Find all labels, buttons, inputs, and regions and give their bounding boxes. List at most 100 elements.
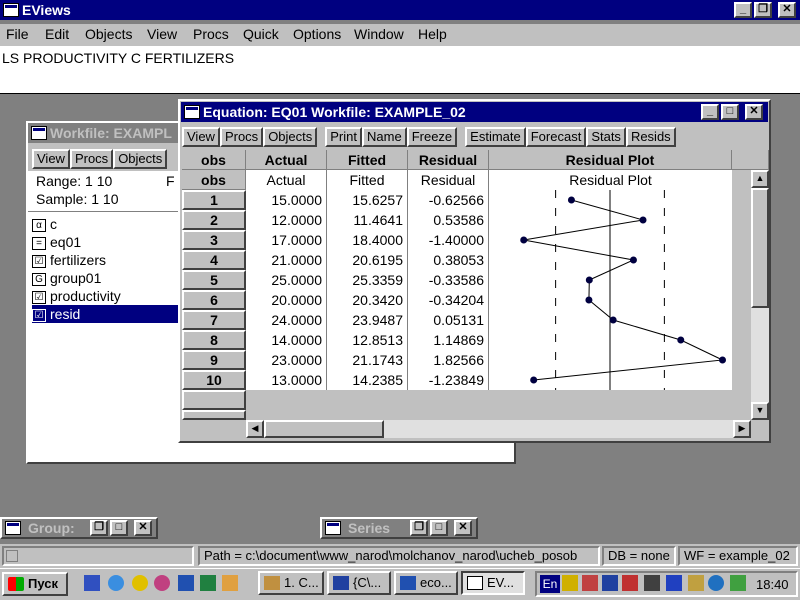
scroll-left-arrow-icon[interactable]: ◀	[246, 420, 264, 438]
table-cell-actual[interactable]: 25.0000	[246, 270, 327, 290]
table-cell-fitted[interactable]: 20.3420	[327, 290, 408, 310]
equation-minimize-button[interactable]: _	[701, 104, 719, 120]
row-header[interactable]: 4	[182, 250, 246, 270]
menu-help[interactable]: Help	[418, 24, 447, 44]
table-cell-residual[interactable]: 0.38053	[408, 250, 489, 270]
eq-view-button[interactable]: View	[182, 127, 220, 147]
close-button[interactable]: ✕	[134, 520, 152, 536]
table-cell-residual[interactable]: -0.34204	[408, 290, 489, 310]
horizontal-scroll-thumb[interactable]	[264, 420, 384, 438]
network-icon[interactable]	[730, 575, 746, 591]
eq-stats-button[interactable]: Stats	[586, 127, 626, 147]
menu-file[interactable]: File	[6, 24, 29, 44]
internet-explorer-icon[interactable]	[108, 575, 124, 591]
restore-button[interactable]: ❐	[90, 520, 108, 536]
eq-estimate-button[interactable]: Estimate	[465, 127, 526, 147]
workfile-object-fertilizers[interactable]: ☑ fertilizers	[32, 251, 180, 269]
table-cell-actual[interactable]: 17.0000	[246, 230, 327, 250]
minimized-series-window[interactable]: Series ❐ □ ✕	[320, 517, 478, 539]
menu-quick[interactable]: Quick	[243, 24, 279, 44]
workfile-view-button[interactable]: View	[32, 149, 70, 169]
vertical-scroll-thumb[interactable]	[751, 188, 769, 308]
close-button[interactable]: ✕	[778, 2, 796, 18]
workfile-procs-button[interactable]: Procs	[69, 149, 114, 169]
menu-window[interactable]: Window	[354, 24, 404, 44]
media-icon[interactable]	[154, 575, 170, 591]
row-header[interactable]: 7	[182, 310, 246, 330]
eq-name-button[interactable]: Name	[362, 127, 407, 147]
subheader-residual[interactable]: Residual	[408, 170, 489, 190]
task-button-1[interactable]: 1. C...	[258, 571, 324, 595]
restore-button[interactable]: ❐	[410, 520, 428, 536]
table-cell-fitted[interactable]: 14.2385	[327, 370, 408, 390]
equation-maximize-button[interactable]: □	[721, 104, 739, 120]
table-cell-actual[interactable]: 15.0000	[246, 190, 327, 210]
abc-icon[interactable]	[582, 575, 598, 591]
volume-icon[interactable]	[562, 575, 578, 591]
eq-procs-button[interactable]: Procs	[219, 127, 264, 147]
table-cell-residual[interactable]: 0.53586	[408, 210, 489, 230]
resize-grip-icon[interactable]	[751, 420, 769, 438]
minimized-group-window[interactable]: Group: ❐ □ ✕	[0, 517, 158, 539]
menu-edit[interactable]: Edit	[45, 24, 69, 44]
col-header-obs[interactable]: obs	[182, 150, 246, 170]
menu-options[interactable]: Options	[293, 24, 341, 44]
excel-icon[interactable]	[200, 575, 216, 591]
row-header[interactable]: 9	[182, 350, 246, 370]
row-header[interactable]: 6	[182, 290, 246, 310]
workfile-object-productivity[interactable]: ☑ productivity	[32, 287, 180, 305]
row-header[interactable]: 5	[182, 270, 246, 290]
n-icon[interactable]	[666, 575, 682, 591]
table-cell-residual[interactable]: 1.14869	[408, 330, 489, 350]
workfile-objects-button[interactable]: Objects	[113, 149, 168, 169]
table-cell-fitted[interactable]: 15.6257	[327, 190, 408, 210]
task-button-2[interactable]: {C\...	[327, 571, 391, 595]
music-icon[interactable]	[644, 575, 660, 591]
monitor-icon[interactable]	[602, 575, 618, 591]
pencil-icon[interactable]	[222, 575, 238, 591]
eq-objects-button[interactable]: Objects	[263, 127, 318, 147]
smiley-icon[interactable]	[132, 575, 148, 591]
row-header[interactable]: 3	[182, 230, 246, 250]
table-cell-residual[interactable]: 1.82566	[408, 350, 489, 370]
menu-objects[interactable]: Objects	[85, 24, 132, 44]
table-cell-fitted[interactable]: 12.8513	[327, 330, 408, 350]
table-cell-actual[interactable]: 20.0000	[246, 290, 327, 310]
maximize-button[interactable]: □	[110, 520, 128, 536]
table-cell-fitted[interactable]: 25.3359	[327, 270, 408, 290]
subheader-residual-plot[interactable]: Residual Plot	[489, 170, 732, 190]
row-header[interactable]: 10	[182, 370, 246, 390]
horizontal-scrollbar[interactable]: ◀ ▶	[246, 420, 751, 438]
word-icon[interactable]	[178, 575, 194, 591]
tray-icon[interactable]	[688, 575, 704, 591]
table-cell-actual[interactable]: 21.0000	[246, 250, 327, 270]
table-cell-residual[interactable]: -0.62566	[408, 190, 489, 210]
menu-view[interactable]: View	[147, 24, 177, 44]
close-button[interactable]: ✕	[454, 520, 472, 536]
workfile-object-resid[interactable]: ☑ resid	[32, 305, 180, 323]
col-header-actual[interactable]: Actual	[246, 150, 327, 170]
table-cell-fitted[interactable]: 11.4641	[327, 210, 408, 230]
eq-print-button[interactable]: Print	[325, 127, 362, 147]
task-button-3[interactable]: eco...	[394, 571, 458, 595]
scroll-right-arrow-icon[interactable]: ▶	[733, 420, 751, 438]
task-button-eviews[interactable]: EV...	[461, 571, 525, 595]
eq-freeze-button[interactable]: Freeze	[406, 127, 458, 147]
table-cell-fitted[interactable]: 21.1743	[327, 350, 408, 370]
table-cell-actual[interactable]: 14.0000	[246, 330, 327, 350]
table-cell-fitted[interactable]: 20.6195	[327, 250, 408, 270]
maximize-button[interactable]: □	[430, 520, 448, 536]
table-cell-actual[interactable]: 13.0000	[246, 370, 327, 390]
eq-forecast-button[interactable]: Forecast	[525, 127, 587, 147]
subheader-fitted[interactable]: Fitted	[327, 170, 408, 190]
show-desktop-icon[interactable]	[84, 575, 100, 591]
workfile-object-eq01[interactable]: = eq01	[32, 233, 180, 251]
row-header[interactable]: 2	[182, 210, 246, 230]
scroll-up-arrow-icon[interactable]: ▲	[751, 170, 769, 188]
table-cell-actual[interactable]: 24.0000	[246, 310, 327, 330]
workfile-object-group01[interactable]: Ggroup01	[32, 269, 180, 287]
checkbox-icon[interactable]	[622, 575, 638, 591]
table-cell-fitted[interactable]: 18.4000	[327, 230, 408, 250]
table-cell-residual[interactable]: -1.23849	[408, 370, 489, 390]
workfile-object-c[interactable]: αc	[32, 215, 180, 233]
